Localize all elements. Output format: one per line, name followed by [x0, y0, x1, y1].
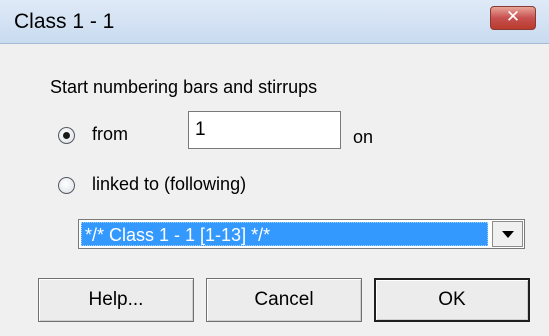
- ok-button[interactable]: OK: [374, 278, 530, 322]
- linked-radio[interactable]: [58, 177, 75, 194]
- cancel-button[interactable]: Cancel: [206, 278, 362, 322]
- dropdown-arrow-button[interactable]: [492, 221, 523, 247]
- start-number-input[interactable]: [188, 111, 341, 149]
- from-label[interactable]: from: [92, 124, 128, 145]
- numbering-heading: Start numbering bars and stirrups: [50, 77, 318, 97]
- linked-label[interactable]: linked to (following): [92, 174, 246, 195]
- help-button[interactable]: Help...: [38, 278, 194, 322]
- dialog-content: Start numbering bars and stirrups from o…: [0, 44, 549, 336]
- linked-class-dropdown[interactable]: */* Class 1 - 1 [1-13] */*: [78, 219, 525, 249]
- from-radio[interactable]: [58, 127, 75, 144]
- on-label: on: [353, 127, 374, 147]
- window-title: Class 1 - 1: [14, 10, 115, 33]
- chevron-down-icon: [502, 231, 514, 238]
- dropdown-selected-value: */* Class 1 - 1 [1-13] */*: [81, 222, 488, 246]
- class-dialog: Class 1 - 1 ✕ Start numbering bars and s…: [0, 0, 549, 336]
- title-bar[interactable]: Class 1 - 1 ✕: [0, 0, 549, 44]
- close-icon: ✕: [505, 7, 521, 27]
- close-button[interactable]: ✕: [490, 6, 536, 30]
